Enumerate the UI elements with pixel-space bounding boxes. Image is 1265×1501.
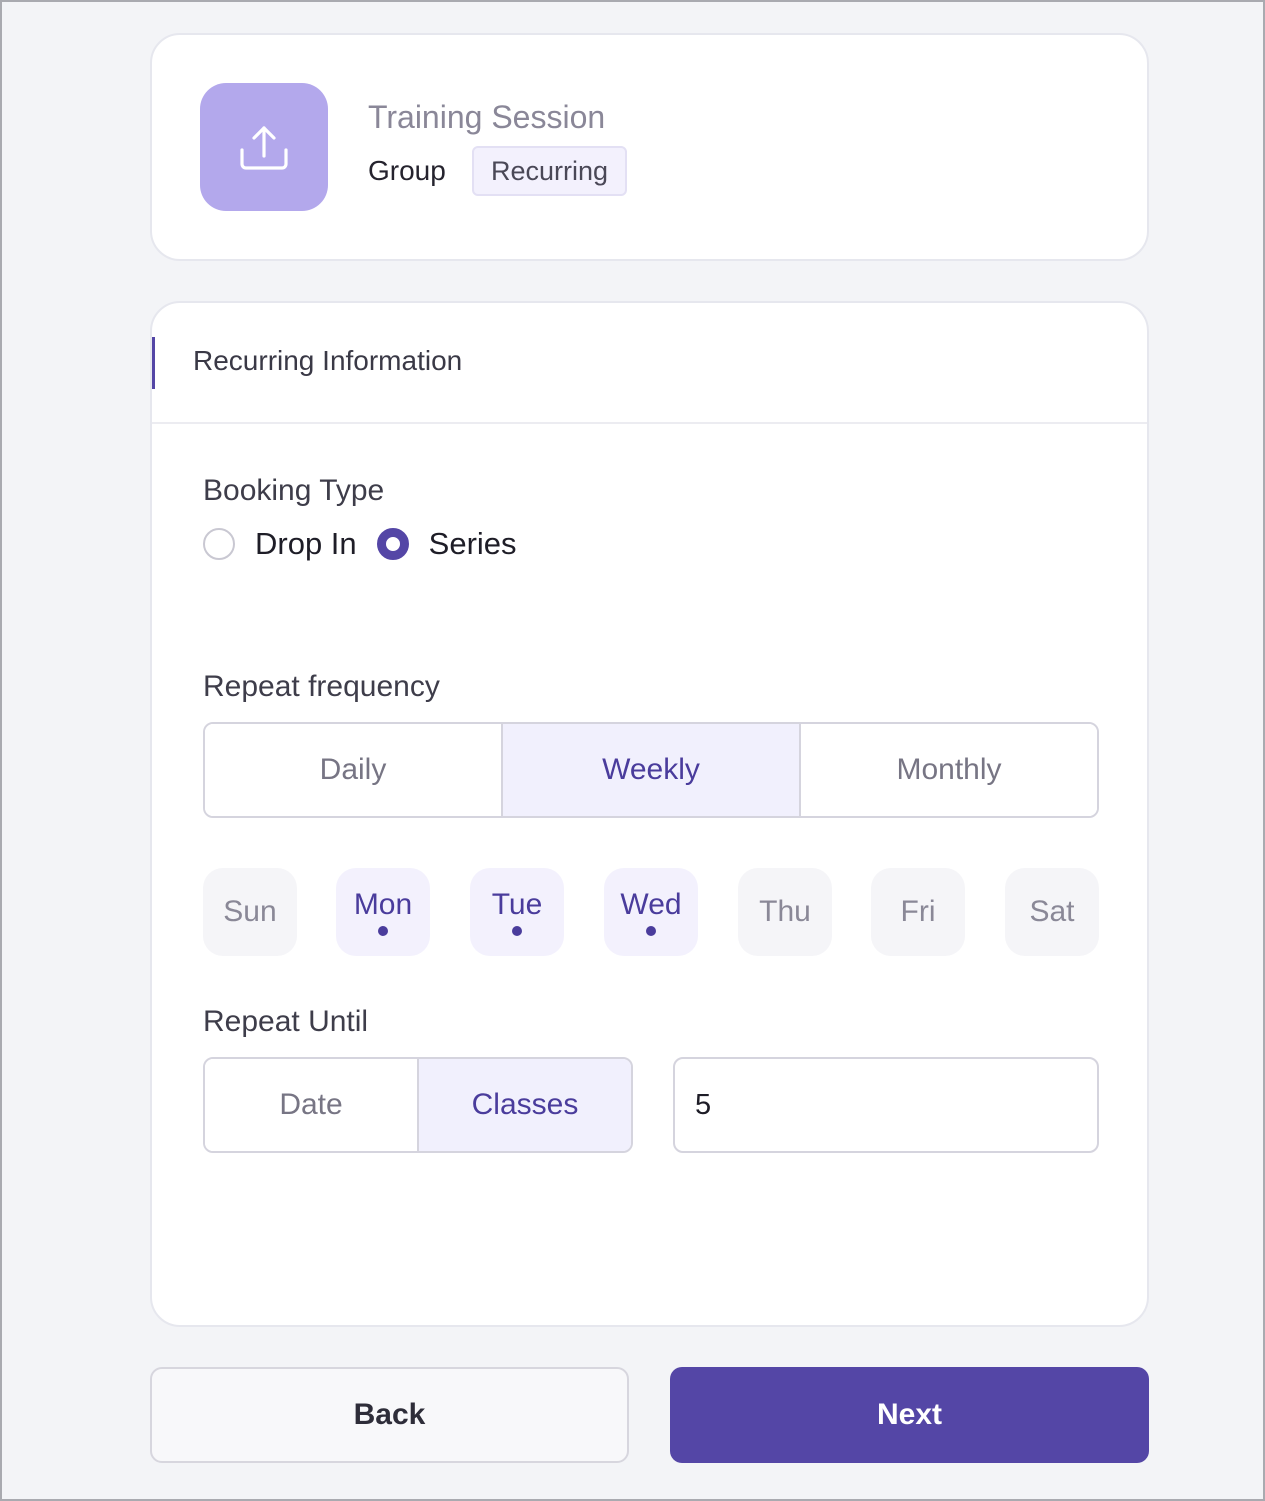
session-title: Training Session: [368, 99, 606, 135]
section-header: Recurring Information: [152, 303, 1147, 424]
session-card: Training Session Group Recurring: [150, 33, 1149, 261]
back-button[interactable]: Back: [150, 1367, 629, 1463]
day-label: Fri: [900, 895, 936, 928]
repeat-frequency-segmented-control: Daily Weekly Monthly: [203, 722, 1099, 818]
page-frame: Training Session Group Recurring Recurri…: [0, 0, 1265, 1501]
until-date-option[interactable]: Date: [205, 1059, 417, 1151]
day-mon[interactable]: Mon: [336, 868, 430, 956]
day-fri[interactable]: Fri: [871, 868, 965, 956]
day-label: Sat: [1029, 895, 1075, 928]
upload-icon[interactable]: [200, 83, 328, 211]
day-sat[interactable]: Sat: [1005, 868, 1099, 956]
section-title: Recurring Information: [193, 345, 463, 376]
recurring-information-card: Recurring Information Booking Type Drop …: [150, 301, 1149, 1327]
weekday-selector: Sun Mon Tue Wed Thu Fri Sat: [203, 868, 1099, 956]
frequency-daily-option[interactable]: Daily: [205, 724, 501, 816]
day-label: Tue: [491, 888, 543, 921]
selected-dot: [646, 926, 656, 936]
radio-series[interactable]: [376, 528, 409, 560]
repeat-until-label: Repeat Until: [203, 1005, 369, 1038]
repeat-frequency-label: Repeat frequency: [203, 670, 440, 703]
radio-drop-in[interactable]: [203, 528, 235, 560]
day-sun[interactable]: Sun: [203, 868, 297, 956]
radio-drop-in-label[interactable]: Drop In: [255, 526, 357, 562]
day-wed[interactable]: Wed: [604, 868, 698, 956]
day-label: Wed: [620, 888, 682, 921]
next-button[interactable]: Next: [670, 1367, 1149, 1463]
until-classes-option[interactable]: Classes: [417, 1059, 631, 1151]
frequency-monthly-option[interactable]: Monthly: [799, 724, 1097, 816]
day-label: Sun: [223, 895, 277, 928]
frequency-weekly-option[interactable]: Weekly: [501, 724, 799, 816]
selected-dot: [378, 926, 388, 936]
day-thu[interactable]: Thu: [738, 868, 832, 956]
repeat-until-segmented-control: Date Classes: [203, 1057, 633, 1153]
radio-series-label[interactable]: Series: [429, 526, 517, 562]
booking-type-radio-group: Drop In Series: [203, 526, 537, 562]
classes-count-input[interactable]: 5: [673, 1057, 1099, 1153]
recurring-badge: Recurring: [472, 146, 628, 196]
day-tue[interactable]: Tue: [470, 868, 564, 956]
day-label: Mon: [353, 888, 413, 921]
section-accent-bar: [152, 337, 155, 389]
day-label: Thu: [759, 895, 811, 928]
selected-dot: [512, 926, 522, 936]
session-type: Group: [368, 155, 446, 186]
booking-type-label: Booking Type: [203, 474, 385, 507]
